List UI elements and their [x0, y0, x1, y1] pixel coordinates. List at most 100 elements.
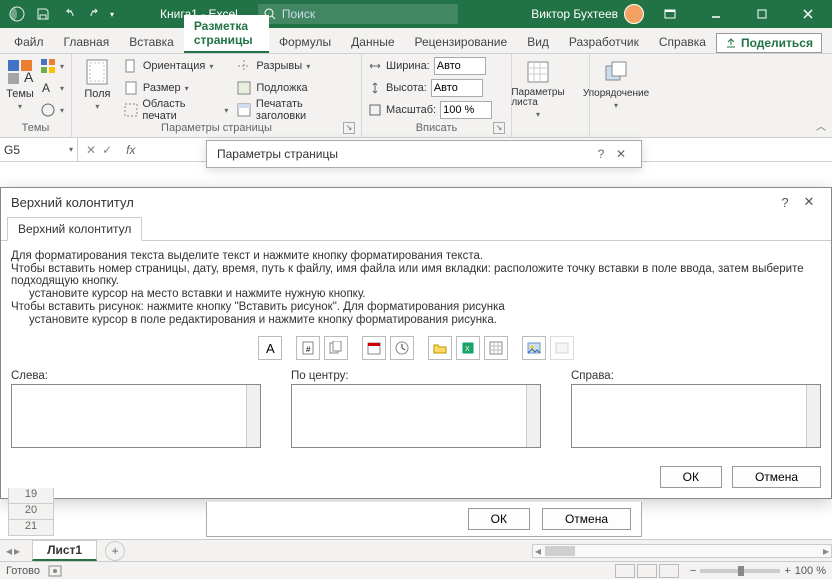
sheet-tab[interactable]: Лист1	[32, 540, 97, 561]
group-page-setup: Поля▾ Ориентация▾ Размер▾ Область печати…	[72, 54, 362, 137]
print-area-button[interactable]: Область печати▾	[121, 100, 231, 120]
share-button[interactable]: Поделиться	[716, 33, 822, 53]
zoom-out-button[interactable]: −	[690, 565, 696, 577]
margins-button[interactable]: Поля▾	[78, 56, 117, 111]
theme-effects-icon[interactable]: ▾	[38, 100, 66, 120]
scale-input[interactable]	[440, 101, 492, 119]
hf-tab-strip: Верхний колонтитул	[1, 216, 831, 241]
file-path-icon[interactable]	[428, 336, 452, 360]
row-header[interactable]: 19	[8, 488, 54, 504]
page-count-icon[interactable]	[324, 336, 348, 360]
scrollbar[interactable]	[526, 385, 540, 447]
time-icon[interactable]	[390, 336, 414, 360]
page-setup-launcher[interactable]: ↘	[343, 122, 355, 134]
name-box[interactable]: G5▾	[0, 138, 78, 161]
sheet-name-icon[interactable]	[484, 336, 508, 360]
enter-formula-icon[interactable]: ✓	[102, 143, 112, 157]
group-themes: A Темы▾ ▾ A▾ ▾ Темы	[0, 54, 72, 137]
hf-help-icon[interactable]: ?	[773, 195, 797, 210]
center-section-input[interactable]	[291, 384, 541, 448]
minimize-icon[interactable]	[696, 0, 736, 28]
orientation-button[interactable]: Ориентация▾	[121, 56, 231, 76]
height-input[interactable]	[431, 79, 483, 97]
ps-ok-button[interactable]: ОК	[468, 508, 530, 530]
zoom-level[interactable]: 100 %	[795, 565, 826, 577]
scrollbar[interactable]	[806, 385, 820, 447]
search-box[interactable]: Поиск	[258, 4, 458, 24]
left-section-label: Слева:	[11, 370, 261, 382]
page-break-view-icon[interactable]	[659, 564, 679, 578]
left-section-input[interactable]	[11, 384, 261, 448]
tab-help[interactable]: Справка	[649, 31, 716, 53]
background-button[interactable]: Подложка	[234, 78, 355, 98]
print-titles-button[interactable]: Печатать заголовки	[234, 100, 355, 120]
row-header[interactable]: 21	[8, 520, 54, 536]
collapse-ribbon-icon[interactable]: ︿	[816, 118, 826, 133]
add-sheet-button[interactable]: +	[105, 541, 125, 561]
horizontal-scrollbar[interactable]: ◂▸	[532, 544, 832, 558]
tab-review[interactable]: Рецензирование	[405, 31, 518, 53]
status-ready: Готово	[6, 565, 40, 577]
hf-instruction-2: Чтобы вставить номер страницы, дату, вре…	[11, 263, 821, 287]
height-icon	[368, 81, 382, 95]
format-picture-icon[interactable]	[550, 336, 574, 360]
cancel-formula-icon[interactable]: ✕	[86, 143, 96, 157]
user-name[interactable]: Виктор Бухтеев	[531, 7, 618, 21]
insert-picture-icon[interactable]	[522, 336, 546, 360]
avatar[interactable]	[624, 4, 644, 24]
page-layout-view-icon[interactable]	[637, 564, 657, 578]
theme-fonts-icon[interactable]: A▾	[38, 78, 66, 98]
center-section-label: По центру:	[291, 370, 541, 382]
tab-insert[interactable]: Вставка	[119, 31, 184, 53]
tab-view[interactable]: Вид	[517, 31, 559, 53]
width-label: Ширина:	[386, 60, 430, 72]
maximize-icon[interactable]	[742, 0, 782, 28]
sheet-options-button[interactable]: Параметры листа▾	[518, 56, 558, 119]
tab-file[interactable]: Файл	[4, 31, 54, 53]
ps-close-icon[interactable]: ✕	[611, 147, 631, 161]
undo-icon[interactable]	[58, 3, 80, 25]
breaks-button[interactable]: Разрывы▾	[234, 56, 355, 76]
ps-cancel-button[interactable]: Отмена	[542, 508, 631, 530]
page-number-icon[interactable]: #	[296, 336, 320, 360]
size-button[interactable]: Размер▾	[121, 78, 231, 98]
theme-colors-icon[interactable]: ▾	[38, 56, 66, 76]
normal-view-icon[interactable]	[615, 564, 635, 578]
row-header[interactable]: 20	[8, 504, 54, 520]
scale-icon	[368, 103, 382, 117]
tab-formulas[interactable]: Формулы	[269, 31, 341, 53]
themes-button[interactable]: A Темы▾	[6, 56, 34, 111]
svg-text:A: A	[24, 69, 34, 85]
tab-page-layout[interactable]: Разметка страницы	[184, 15, 269, 53]
redo-icon[interactable]	[84, 3, 106, 25]
autosave-toggle[interactable]	[6, 3, 28, 25]
tab-developer[interactable]: Разработчик	[559, 31, 649, 53]
close-icon[interactable]	[788, 0, 828, 28]
hf-ok-button[interactable]: ОК	[660, 466, 722, 488]
macro-record-icon[interactable]	[48, 565, 62, 577]
ribbon-display-icon[interactable]	[650, 0, 690, 28]
right-section-input[interactable]	[571, 384, 821, 448]
width-input[interactable]	[434, 57, 486, 75]
sheet-nav-prev-icon[interactable]: ◂	[6, 544, 12, 558]
scrollbar[interactable]	[246, 385, 260, 447]
save-icon[interactable]	[32, 3, 54, 25]
date-icon[interactable]	[362, 336, 386, 360]
ps-help-icon[interactable]: ?	[591, 147, 611, 161]
hf-tab-header[interactable]: Верхний колонтитул	[7, 217, 142, 241]
sheet-nav-next-icon[interactable]: ▸	[14, 544, 20, 558]
arrange-button[interactable]: Упорядочение▾	[596, 56, 636, 110]
hf-cancel-button[interactable]: Отмена	[732, 466, 821, 488]
titlebar-right: Виктор Бухтеев	[531, 0, 832, 28]
zoom-in-button[interactable]: +	[784, 565, 790, 577]
ps-dialog-footer: ОК Отмена	[206, 502, 642, 537]
fit-launcher[interactable]: ↘	[493, 122, 505, 134]
status-bar: Готово − + 100 %	[0, 561, 832, 579]
fx-icon[interactable]: fx	[120, 143, 141, 157]
tab-home[interactable]: Главная	[54, 31, 120, 53]
hf-close-icon[interactable]: ✕	[797, 194, 821, 210]
tab-data[interactable]: Данные	[341, 31, 404, 53]
file-name-icon[interactable]: X	[456, 336, 480, 360]
format-text-icon[interactable]: A	[258, 336, 282, 360]
zoom-slider[interactable]	[700, 569, 780, 573]
